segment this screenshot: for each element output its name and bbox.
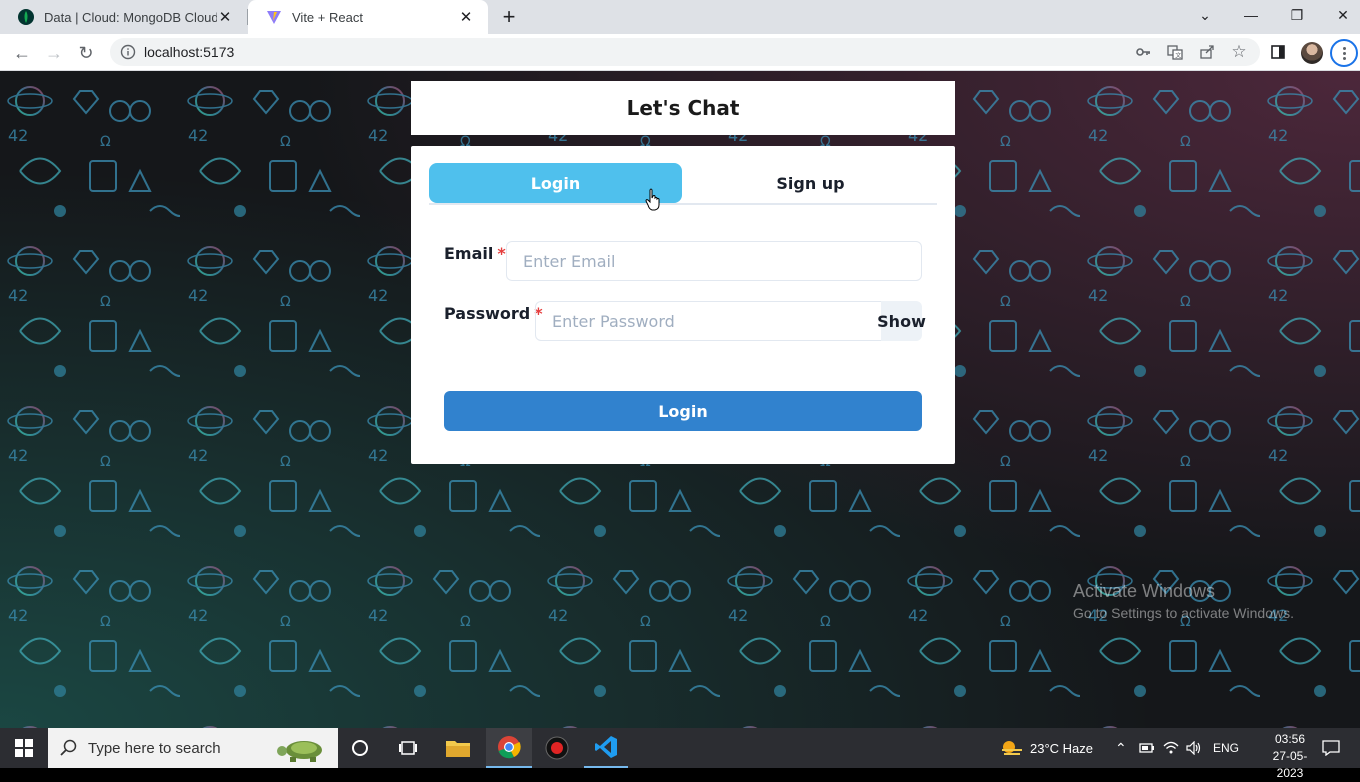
vscode-icon[interactable] xyxy=(584,728,628,768)
forward-icon[interactable]: → xyxy=(40,39,68,67)
profile-avatar[interactable] xyxy=(1301,42,1323,64)
tab-strip: Data | Cloud: MongoDB Cloud ✕ Vite + Rea… xyxy=(0,0,1360,34)
close-tab-icon[interactable]: ✕ xyxy=(458,9,474,26)
notification-icon[interactable] xyxy=(1322,728,1340,768)
clock[interactable]: 03:56 27-05-2023 xyxy=(1262,731,1318,782)
share-icon[interactable] xyxy=(1197,42,1217,62)
tab-mongodb[interactable]: Data | Cloud: MongoDB Cloud ✕ xyxy=(0,0,247,34)
password-placeholder: Enter Password xyxy=(552,311,675,331)
close-tab-icon[interactable]: ✕ xyxy=(217,9,233,26)
language-indicator[interactable]: ENG xyxy=(1213,728,1239,768)
battery-icon[interactable] xyxy=(1139,728,1155,768)
haze-icon xyxy=(1002,741,1022,755)
password-label: Password * xyxy=(444,304,543,323)
translate-icon[interactable]: 文 xyxy=(1165,42,1185,62)
bookmark-star-icon[interactable]: ☆ xyxy=(1229,42,1249,62)
cortana-icon[interactable] xyxy=(344,728,376,768)
url-text: localhost:5173 xyxy=(144,44,235,60)
minimize-button[interactable]: — xyxy=(1228,0,1274,30)
svg-text:文: 文 xyxy=(1175,52,1181,60)
close-window-button[interactable]: ✕ xyxy=(1320,0,1360,30)
tab-vite-react[interactable]: Vite + React ✕ xyxy=(248,0,488,34)
key-icon[interactable] xyxy=(1133,42,1153,62)
browser-toolbar: ← → ↻ localhost:5173 文 ☆ xyxy=(0,34,1360,71)
taskbar: Type here to search 23°C Haze ⌃ ENG 03:5… xyxy=(0,728,1360,780)
login-button[interactable]: Login xyxy=(444,391,922,431)
tab-signup[interactable]: Sign up xyxy=(684,163,937,203)
reload-icon[interactable]: ↻ xyxy=(72,39,100,67)
email-label: Email * xyxy=(444,244,506,263)
search-icon xyxy=(60,739,77,756)
new-tab-button[interactable]: + xyxy=(498,4,520,29)
restore-button[interactable]: ❐ xyxy=(1274,0,1320,30)
volume-icon[interactable] xyxy=(1186,728,1202,768)
file-explorer-icon[interactable] xyxy=(440,728,476,768)
site-info-icon[interactable] xyxy=(120,44,136,60)
vite-icon xyxy=(266,9,282,25)
chrome-taskbar-icon[interactable] xyxy=(486,728,532,768)
back-icon[interactable]: ← xyxy=(8,39,36,67)
tab-search-icon[interactable]: ⌄ xyxy=(1182,0,1228,30)
recorder-icon[interactable] xyxy=(536,728,578,768)
taskbar-search-input[interactable]: Type here to search xyxy=(48,728,338,768)
address-bar[interactable]: localhost:5173 xyxy=(110,38,1260,66)
side-panel-icon[interactable] xyxy=(1268,42,1288,62)
tab-title: Vite + React xyxy=(292,9,363,25)
app-title: Let's Chat xyxy=(626,96,740,120)
show-password-button[interactable]: Show xyxy=(877,301,926,341)
browser-menu-icon[interactable] xyxy=(1330,39,1358,67)
windows-start-icon[interactable] xyxy=(0,728,48,768)
app-header: Let's Chat xyxy=(411,81,955,135)
auth-tabs: Login Sign up xyxy=(429,163,937,205)
activate-windows-watermark: Activate Windows Go to Settings to activ… xyxy=(1073,581,1294,621)
weather-widget[interactable]: 23°C Haze xyxy=(1000,728,1093,768)
mongodb-leaf-icon xyxy=(18,9,34,25)
email-placeholder: Enter Email xyxy=(523,251,616,271)
password-field[interactable]: Enter Password xyxy=(535,301,883,341)
wifi-icon[interactable] xyxy=(1163,728,1179,768)
required-marker: * xyxy=(497,244,506,263)
task-view-icon[interactable] xyxy=(392,728,424,768)
hand-cursor-icon xyxy=(645,188,660,211)
tab-title: Data | Cloud: MongoDB Cloud xyxy=(44,9,217,25)
chevron-up-icon[interactable]: ⌃ xyxy=(1115,728,1127,768)
email-field[interactable]: Enter Email xyxy=(506,241,922,281)
turtle-icon xyxy=(277,741,322,762)
